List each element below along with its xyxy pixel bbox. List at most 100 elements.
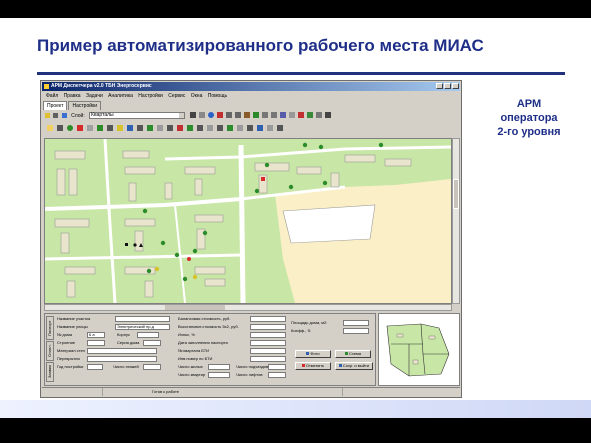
measure-icon[interactable] — [243, 112, 250, 119]
link-icon[interactable] — [107, 125, 113, 131]
lifts-field[interactable] — [268, 372, 286, 378]
vtab-heating[interactable]: Отопл. — [46, 341, 54, 361]
stories-field[interactable] — [143, 364, 161, 370]
coef-field[interactable] — [343, 328, 369, 334]
table-icon[interactable] — [137, 125, 143, 131]
flag-icon[interactable] — [216, 112, 223, 119]
map-view[interactable] — [44, 138, 452, 304]
exit-icon[interactable] — [277, 125, 283, 131]
chart-icon[interactable] — [127, 125, 133, 131]
red-point-icon[interactable] — [77, 125, 83, 131]
map-horizontal-scrollbar[interactable] — [44, 304, 452, 311]
menu-settings[interactable]: Настройки — [138, 93, 163, 99]
floors-slab-field[interactable] — [87, 356, 157, 362]
flats-field[interactable] — [208, 372, 230, 378]
corpus-field[interactable] — [137, 332, 159, 338]
vtab-passport[interactable]: Паспорт — [46, 316, 54, 340]
house-number-field[interactable]: 6 а — [87, 332, 105, 338]
grid-icon[interactable] — [288, 112, 295, 119]
line-tool-icon[interactable] — [261, 112, 268, 119]
pan-tool-icon[interactable] — [198, 112, 205, 119]
vscroll-thumb[interactable] — [453, 179, 459, 209]
status-bar: Готов к работе — [42, 387, 460, 396]
section-name-field[interactable] — [115, 316, 170, 322]
gear-icon[interactable] — [87, 125, 93, 131]
info-icon[interactable] — [207, 112, 214, 119]
search-icon[interactable] — [247, 125, 253, 131]
cancel-button[interactable]: Отменить — [295, 362, 331, 370]
street-field[interactable]: Электрический пр-д — [115, 324, 170, 330]
close-button[interactable] — [452, 83, 459, 89]
ruler-icon[interactable] — [157, 125, 163, 131]
series-field[interactable] — [143, 340, 161, 346]
select-tool-icon[interactable] — [189, 112, 196, 119]
layers-icon[interactable] — [61, 113, 67, 118]
maximize-button[interactable] — [444, 83, 451, 89]
overview-minimap[interactable] — [378, 313, 460, 386]
print-icon[interactable] — [315, 112, 322, 119]
menu-edit[interactable]: Правка — [64, 93, 81, 99]
edit-tool-icon[interactable] — [279, 112, 286, 119]
pump-icon[interactable] — [187, 125, 193, 131]
save-exit-button[interactable]: Сохр. и выйти — [335, 362, 373, 370]
wear-field[interactable] — [250, 332, 286, 338]
warning-icon[interactable] — [117, 125, 123, 131]
area-field[interactable] — [343, 320, 369, 326]
refresh-icon[interactable] — [306, 112, 313, 119]
map-vertical-scrollbar[interactable] — [452, 138, 460, 304]
field-row: Балансовая стоимость, руб. — [178, 316, 293, 322]
entrances-field[interactable] — [268, 364, 286, 370]
folder-icon[interactable] — [47, 125, 53, 131]
lock-icon[interactable] — [257, 125, 263, 131]
cursor-icon[interactable] — [57, 125, 63, 131]
menu-file[interactable]: Файл — [46, 93, 58, 99]
menu-tasks[interactable]: Задачи — [86, 93, 103, 99]
hscroll-thumb[interactable] — [165, 305, 225, 310]
label-bti-block: № квартала БТИ — [178, 348, 210, 353]
photo-button[interactable]: Фото — [295, 350, 331, 358]
filter-icon[interactable] — [197, 125, 203, 131]
tab-settings[interactable]: Настройки — [68, 101, 102, 110]
wall-material-field[interactable] — [87, 348, 157, 354]
delete-icon[interactable] — [297, 112, 304, 119]
bti-inv-field[interactable] — [250, 356, 286, 362]
options-icon[interactable] — [267, 125, 273, 131]
bti-block-field[interactable] — [250, 348, 286, 354]
minimize-button[interactable] — [436, 83, 443, 89]
menu-service[interactable]: Сервис — [168, 93, 185, 99]
menu-help[interactable]: Помощь — [208, 93, 227, 99]
polygon-tool-icon[interactable] — [270, 112, 277, 119]
residents-field[interactable] — [208, 364, 230, 370]
menu-windows[interactable]: Окна — [191, 93, 203, 99]
alarm-icon[interactable] — [177, 125, 183, 131]
meter-icon[interactable] — [227, 125, 233, 131]
open-folder-icon[interactable] — [45, 113, 50, 118]
minimap-plan[interactable] — [379, 314, 459, 385]
vtab-requests[interactable]: Заявки — [46, 362, 54, 382]
tab-project[interactable]: Проект — [43, 101, 68, 110]
passport-date-field[interactable] — [250, 340, 286, 346]
node-icon[interactable] — [97, 125, 103, 131]
point-tool-icon[interactable] — [252, 112, 259, 119]
balance-cost-field[interactable] — [250, 316, 286, 322]
layers2-icon[interactable] — [237, 125, 243, 131]
menu-analytics[interactable]: Аналитика — [108, 93, 133, 99]
city-map[interactable] — [45, 139, 451, 303]
restore-cost-field[interactable] — [250, 324, 286, 330]
text-icon[interactable] — [167, 125, 173, 131]
zoom-out-icon[interactable] — [234, 112, 241, 119]
window-titlebar[interactable]: АРМ Диспетчера v2.0 ТБН Энергосервис — [42, 82, 460, 91]
report-icon[interactable] — [217, 125, 223, 131]
export-icon[interactable] — [207, 125, 213, 131]
field-row: Коэфф., S: — [291, 328, 373, 334]
green-point-icon[interactable] — [67, 125, 73, 131]
build-year-field[interactable] — [87, 364, 103, 370]
layer-select[interactable]: Кварталы — [89, 112, 186, 119]
valve-icon[interactable] — [147, 125, 153, 131]
scheme-button[interactable]: Схема — [335, 350, 371, 358]
help-icon[interactable] — [324, 112, 331, 119]
zoom-in-icon[interactable] — [225, 112, 232, 119]
building-field[interactable] — [87, 340, 105, 346]
app-window: АРМ Диспетчера v2.0 ТБН Энергосервис Фай… — [40, 80, 462, 398]
save-icon[interactable] — [53, 113, 59, 118]
